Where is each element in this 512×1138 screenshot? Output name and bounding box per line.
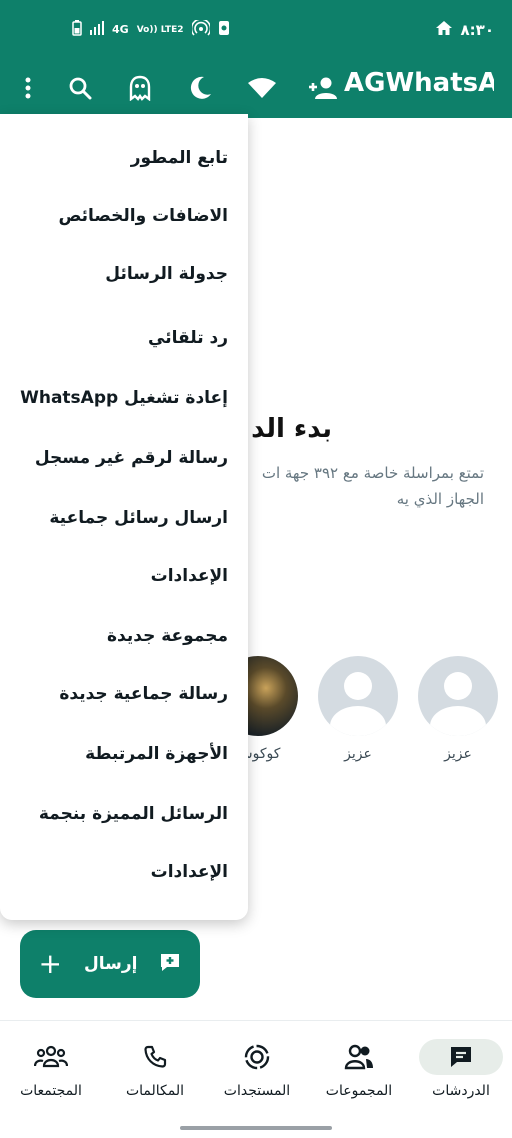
contact-name: عزيز [344,746,372,762]
menu-item-bulk-messages[interactable]: ارسال رسائل جماعية [49,508,228,528]
menu-item-settings[interactable]: الإعدادات [151,862,228,882]
new-message-icon [159,952,181,976]
tab-chats[interactable]: الدردشات [416,1039,506,1099]
plus-icon: + [38,947,62,980]
contact-suggestion[interactable]: عزيز [418,656,498,762]
tab-communities[interactable]: المجتمعات [6,1039,96,1099]
menu-item-auto-reply[interactable]: رد تلقائي [148,328,228,348]
phone-icon [125,1039,185,1075]
status-bar: 4G Vo)) LTE2 ٨:٣٠ [0,0,512,62]
groups-icon [329,1039,389,1075]
menu-item-new-broadcast[interactable]: رسالة جماعية جديدة [59,684,228,704]
network-label: 4G [112,23,129,36]
menu-item-starred-messages[interactable]: الرسائل المميزة بنجمة [39,804,228,824]
menu-item-new-group[interactable]: مجموعة جديدة [107,626,228,646]
send-label: إرسال [84,954,138,974]
signal-bars-icon [90,21,104,38]
more-options-icon[interactable] [10,70,46,106]
send-fab-button[interactable]: + إرسال [20,930,200,998]
tab-updates[interactable]: المستجدات [212,1039,302,1099]
status-icons: 4G Vo)) LTE2 [72,18,230,39]
app-title: AGWhatsA [344,68,494,98]
dark-mode-icon[interactable] [182,70,218,106]
menu-item-settings-mod[interactable]: الإعدادات [151,566,228,586]
hotspot-icon [190,18,211,39]
tab-groups[interactable]: المجموعات [314,1039,404,1099]
add-contact-icon[interactable] [304,70,340,106]
start-chat-title: بدء الد [251,414,332,444]
battery-saver-icon [72,20,82,39]
status-right: ٨:٣٠ [435,20,494,40]
chat-icon [419,1039,503,1075]
bottom-navigation: الدردشات المجموعات المستجدات المكالمات ا… [0,1020,512,1138]
home-indicator[interactable] [180,1126,332,1130]
volte-label: Vo)) LTE2 [136,24,184,35]
contact-suggestion[interactable]: عزيز [318,656,398,762]
menu-item-restart-whatsapp[interactable]: إعادة تشغيل WhatsApp [20,388,228,408]
app-bar: AGWhatsA [0,62,512,118]
communities-icon [21,1039,81,1075]
clock: ٨:٣٠ [460,21,494,39]
tab-calls[interactable]: المكالمات [110,1039,200,1099]
menu-item-follow-developer[interactable]: تابع المطور [131,148,228,168]
tab-label: المجموعات [325,1083,393,1099]
menu-item-schedule-messages[interactable]: جدولة الرسائل [105,264,228,284]
home-status-icon [435,20,453,40]
menu-item-addons[interactable]: الاضافات والخصائص [58,206,228,226]
tab-label: المستجدات [223,1083,291,1099]
ghost-mode-icon[interactable] [122,70,158,106]
avatar [418,656,498,736]
status-icon [227,1039,287,1075]
notification-icon [218,20,230,39]
menu-item-linked-devices[interactable]: الأجهزة المرتبطة [85,744,228,764]
overflow-menu: تابع المطور الاضافات والخصائص جدولة الرس… [0,114,248,920]
search-icon[interactable] [62,70,98,106]
tab-label: المكالمات [125,1083,185,1099]
tab-label: المجتمعات [20,1083,82,1099]
menu-item-message-unsaved-number[interactable]: رسالة لرقم غير مسجل [35,448,228,468]
wifi-icon[interactable] [244,70,280,106]
avatar [318,656,398,736]
contact-name: عزيز [444,746,472,762]
tab-label: الدردشات [432,1083,490,1099]
